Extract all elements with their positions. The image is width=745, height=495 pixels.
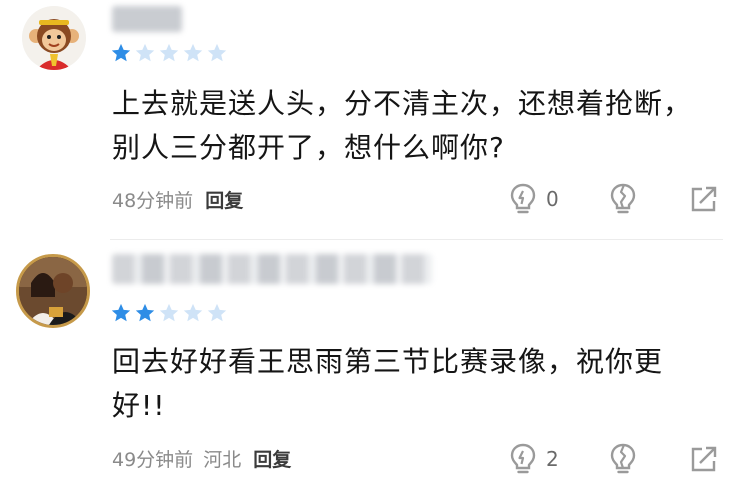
comment-text: 回去好好看王思雨第三节比赛录像，祝你更好!! (112, 345, 664, 422)
comment-region: 河北 (203, 449, 242, 471)
star-rating (110, 302, 228, 324)
share-icon (691, 446, 717, 472)
comment-meta: 48分钟前 回复 (112, 186, 243, 213)
comment-item: 上去就是送人头，分不清主次，还想着抢断，别人三分都开了，想什么啊你? 48分钟前… (0, 0, 745, 240)
star-empty-icon (159, 303, 179, 322)
comment-text: 上去就是送人头，分不清主次，还想着抢断，别人三分都开了，想什么啊你? (112, 87, 693, 164)
like-button[interactable]: 2 (508, 442, 559, 476)
star-empty-icon (207, 43, 227, 62)
like-count: 2 (546, 447, 559, 471)
username-blurred[interactable] (112, 254, 432, 284)
broken-lightbulb-icon (610, 443, 636, 474)
star-filled-icon (111, 303, 131, 322)
reply-button[interactable]: 回复 (205, 186, 243, 213)
couple-photo-avatar-icon (19, 257, 87, 325)
star-empty-icon (135, 43, 155, 62)
comment-item: 回去好好看王思雨第三节比赛录像，祝你更好!! 49分钟前 河北 回复 2 (0, 240, 745, 495)
monkey-avatar-icon (22, 6, 86, 70)
star-empty-icon (207, 303, 227, 322)
star-empty-icon (159, 43, 179, 62)
share-button[interactable] (688, 182, 718, 216)
star-empty-icon (183, 43, 203, 62)
avatar[interactable] (22, 6, 86, 70)
broken-lightbulb-icon (610, 183, 636, 214)
star-rating (110, 42, 228, 64)
share-button[interactable] (688, 442, 718, 476)
dislike-button[interactable] (608, 182, 638, 216)
avatar[interactable] (16, 254, 90, 328)
dislike-button[interactable] (608, 442, 638, 476)
lightbulb-icon (510, 183, 536, 214)
comment-time: 48分钟前 (112, 190, 194, 212)
star-filled-icon (135, 303, 155, 322)
lightbulb-icon (510, 443, 536, 474)
share-icon (691, 186, 717, 212)
comment-time: 49分钟前 (112, 449, 194, 471)
star-empty-icon (183, 303, 203, 322)
star-filled-icon (111, 43, 131, 62)
like-count: 0 (546, 187, 559, 211)
comment-meta: 49分钟前 河北 回复 (112, 445, 291, 472)
username-blurred[interactable] (112, 6, 182, 32)
reply-button[interactable]: 回复 (253, 445, 291, 472)
like-button[interactable]: 0 (508, 182, 559, 216)
